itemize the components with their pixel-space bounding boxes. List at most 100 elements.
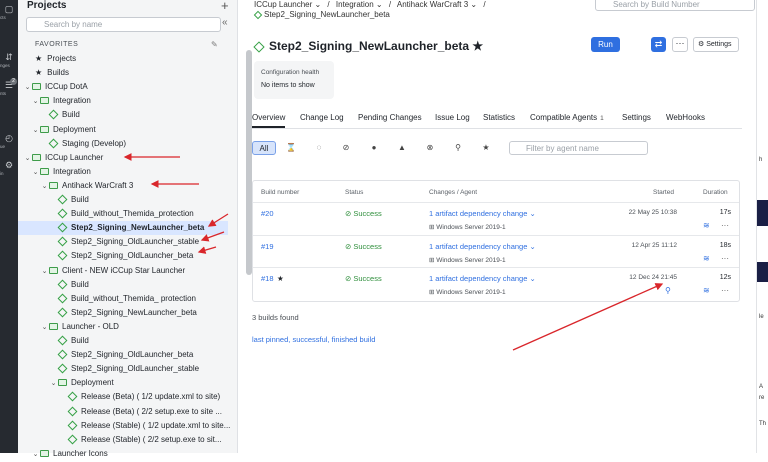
tree-project[interactable]: ⌄ ICCup Launcher — [18, 151, 228, 165]
tab-settings[interactable]: Settings — [622, 113, 651, 128]
tab-overview[interactable]: Overview — [252, 113, 286, 128]
favorite-item[interactable]: ★ Projects — [18, 52, 228, 66]
chevron-down-icon[interactable]: ⌄ — [31, 448, 40, 462]
tree-build-config[interactable]: Release (Beta) ( 2/2 setup.exe to site .… — [18, 405, 228, 419]
tree-item-label: Step2_Signing_OldLauncher_beta — [71, 251, 194, 261]
filter-success-icon[interactable]: ⊘ — [339, 141, 353, 155]
filter-warning-icon[interactable]: ▲ — [395, 141, 409, 155]
breadcrumb-item[interactable]: ICCup Launcher ⌄ — [254, 0, 321, 9]
build-number[interactable]: #18 — [261, 274, 274, 283]
tree-project[interactable]: ⌄ Deployment — [18, 376, 228, 390]
tab-pending-changes[interactable]: Pending Changes — [358, 113, 422, 128]
tree-build-config[interactable]: Step2_Signing_NewLauncher_beta — [18, 306, 228, 320]
chevron-down-icon[interactable]: ⌄ — [40, 180, 49, 194]
more-actions-button[interactable]: ··· — [672, 37, 688, 52]
builds-table: Build number Status Changes / Agent Star… — [252, 180, 740, 302]
more-icon[interactable]: ··· — [721, 286, 729, 295]
artifacts-icon[interactable]: ≋ — [703, 221, 710, 230]
more-icon[interactable]: ··· — [721, 254, 729, 263]
chevron-down-icon[interactable]: ⌄ — [40, 265, 49, 279]
project-search-input[interactable] — [26, 17, 221, 32]
build-row[interactable]: #20 ⊘ Success 1 artifact dependency change… — [253, 202, 739, 234]
tree-build-config[interactable]: Step2_Signing_NewLauncher_beta — [18, 221, 228, 236]
build-config-icon — [57, 349, 68, 360]
tree-build-config[interactable]: Release (Stable) ( 2/2 setup.exe to sit.… — [18, 433, 228, 447]
more-icon[interactable]: ··· — [721, 221, 729, 230]
breadcrumb-item[interactable]: Integration ⌄ — [336, 0, 383, 9]
build-row[interactable]: #18 ★ ⊘ Success 1 artifact dependency chang… — [253, 267, 739, 299]
favorite-item[interactable]: ★ Builds — [18, 66, 228, 80]
run-button[interactable]: Run — [591, 37, 620, 52]
build-row[interactable]: #19 ⊘ Success 1 artifact dependency change… — [253, 234, 739, 267]
chevron-down-icon[interactable]: ⌄ — [31, 124, 40, 138]
tree-project[interactable]: ⌄ Deployment — [18, 123, 228, 137]
filter-all-button[interactable]: All — [252, 141, 276, 155]
changes-link[interactable]: 1 artifact dependency change ⌄ — [429, 242, 536, 251]
tree-build-config[interactable]: Step2_Signing_OldLauncher_stable — [18, 235, 228, 249]
rail-item-queue[interactable]: ◴ ue — [0, 133, 18, 151]
artifacts-icon[interactable]: ≋ — [703, 254, 710, 263]
edit-favorites-icon[interactable]: ✎ — [211, 40, 218, 49]
tab-compatible-agents[interactable]: Compatible Agents 1 — [530, 113, 604, 128]
chevron-down-icon[interactable]: ⌄ — [23, 152, 32, 166]
last-build-link[interactable]: last pinned, successful, finished build — [252, 335, 375, 344]
build-number-search-input[interactable] — [595, 0, 755, 11]
build-number[interactable]: #20 — [261, 209, 274, 218]
rail-item-changes[interactable]: ⇵ nges — [0, 52, 18, 70]
build-number[interactable]: #19 — [261, 242, 274, 251]
tree-project[interactable]: ⌄ Integration — [18, 94, 228, 108]
tree-build-config[interactable]: Release (Stable) ( 1/2 update.xml to sit… — [18, 419, 230, 433]
tree-project[interactable]: ⌄ Client - NEW iCCup Star Launcher — [18, 264, 228, 278]
tree-build-config[interactable]: Build_without_Themida_protection — [18, 207, 228, 221]
changes-link[interactable]: 1 artifact dependency change ⌄ — [429, 209, 536, 218]
rail-item-admin[interactable]: ⚙ in — [0, 160, 18, 178]
tree-project[interactable]: ⌄ ICCup DotA — [18, 80, 228, 94]
favorite-star-icon[interactable]: ★ — [472, 39, 483, 53]
tree-build-config[interactable]: Step2_Signing_OldLauncher_stable — [18, 362, 228, 376]
chevron-down-icon[interactable]: ⌄ — [31, 166, 40, 180]
agent-filter-input[interactable] — [509, 141, 648, 155]
breadcrumb-item[interactable]: Antihack WarCraft 3 ⌄ — [397, 0, 477, 9]
filter-running-icon[interactable]: ◌ — [312, 141, 326, 155]
tree-build-config[interactable]: Build — [18, 193, 228, 207]
filter-pinned-icon[interactable]: ⚲ — [451, 141, 465, 155]
chevron-down-icon[interactable]: ⌄ — [31, 95, 40, 109]
tab-label: Compatible Agents — [530, 113, 598, 122]
tree-project[interactable]: ⌄ Launcher - OLD — [18, 320, 228, 334]
tree-build-config[interactable]: Build — [18, 278, 228, 292]
filter-starred-icon[interactable]: ★ — [479, 141, 493, 155]
tree-project[interactable]: ⌄ Integration — [18, 165, 228, 179]
agent-label: Windows Server 2019-1 — [436, 289, 506, 296]
rail-item-folder[interactable]: ▢ cts — [0, 4, 18, 22]
tree-build-config[interactable]: Build — [18, 108, 228, 122]
tree-build-config[interactable]: Release (Beta) ( 1/2 update.xml to site) — [18, 390, 228, 404]
chevron-down-icon[interactable]: ⌄ — [49, 377, 58, 391]
tab-change-log[interactable]: Change Log — [300, 113, 344, 128]
filter-failed-icon[interactable]: ● — [367, 141, 381, 155]
tree-build-config[interactable]: Step2_Signing_OldLauncher_beta — [18, 348, 228, 362]
chevron-down-icon[interactable]: ⌄ — [40, 321, 49, 335]
tab-issue-log[interactable]: Issue Log — [435, 113, 470, 128]
run-options-button[interactable]: ⇄ — [651, 37, 666, 52]
tree-build-config[interactable]: Staging (Develop) — [18, 137, 228, 151]
tree-build-config[interactable]: Build — [18, 334, 228, 348]
add-project-icon[interactable]: + — [221, 0, 229, 13]
chevron-down-icon[interactable]: ⌄ — [23, 81, 32, 95]
pin-icon[interactable]: ⚲ — [665, 286, 671, 295]
tree-build-config[interactable]: Step2_Signing_OldLauncher_beta — [18, 249, 228, 263]
agent-name[interactable]: ⊞ Windows Server 2019-1 — [429, 223, 506, 231]
filter-canceled-icon[interactable]: ⊗ — [423, 141, 437, 155]
tab-statistics[interactable]: Statistics — [483, 113, 515, 128]
tab-webhooks[interactable]: WebHooks — [666, 113, 705, 128]
tree-project[interactable]: ⌄ Launcher Icons — [18, 447, 228, 461]
tree-build-config[interactable]: Build_without_Themida_ protection — [18, 292, 228, 306]
artifacts-icon[interactable]: ≋ — [703, 286, 710, 295]
tree-project[interactable]: ⌄ Antihack WarCraft 3 — [18, 179, 228, 193]
agent-name[interactable]: ⊞ Windows Server 2019-1 — [429, 256, 506, 264]
changes-link[interactable]: 1 artifact dependency change ⌄ — [429, 274, 536, 283]
build-config-icon — [57, 293, 68, 304]
settings-button[interactable]: ⚙ Settings — [693, 37, 739, 52]
filter-queued-icon[interactable]: ⌛ — [284, 141, 298, 155]
agent-name[interactable]: ⊞ Windows Server 2019-1 — [429, 288, 506, 296]
collapse-sidebar-icon[interactable]: « — [222, 17, 228, 28]
